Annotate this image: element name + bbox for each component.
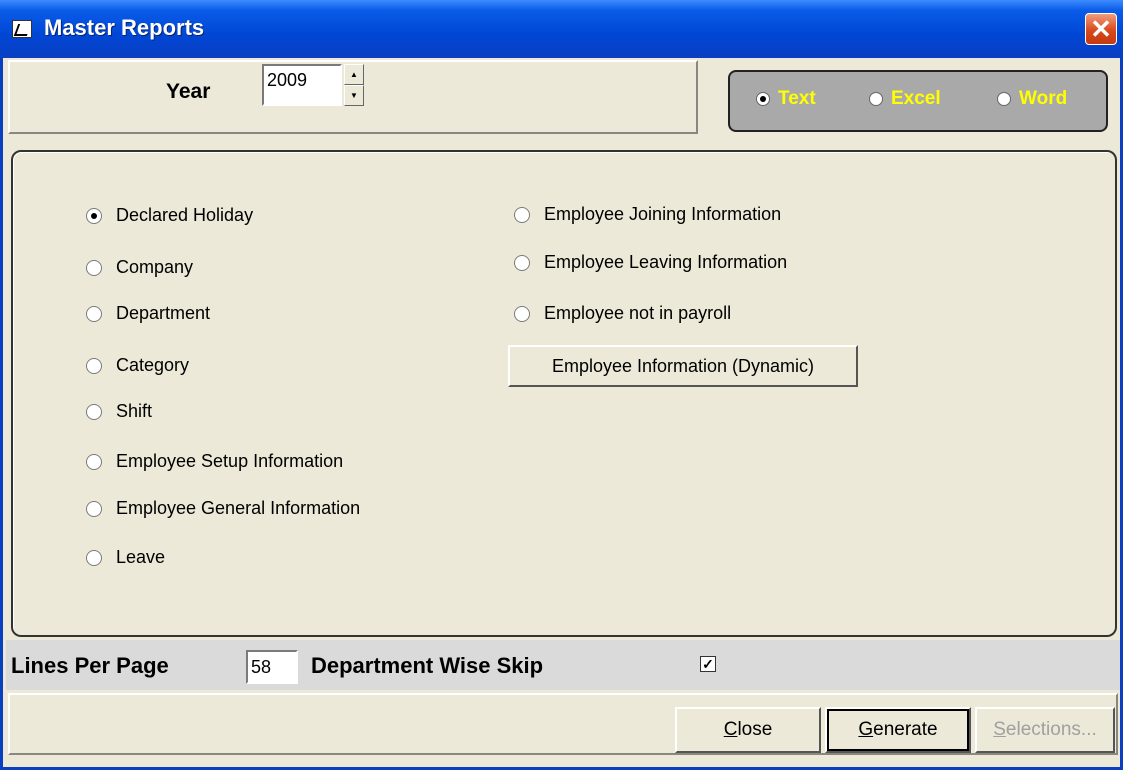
selections-button[interactable]: Selections...: [975, 707, 1115, 753]
format-text-radio[interactable]: Text: [756, 88, 816, 110]
report-radio-employee-setup[interactable]: Employee Setup Information: [86, 451, 343, 472]
report-radio-declared-holiday[interactable]: Declared Holiday: [86, 205, 253, 226]
radio-icon: [86, 500, 102, 517]
app-icon: [12, 20, 32, 38]
format-excel-radio[interactable]: Excel: [869, 88, 941, 110]
title-bar[interactable]: Master Reports ✕: [0, 0, 1123, 58]
report-radio-category[interactable]: Category: [86, 355, 189, 376]
radio-icon: [514, 254, 530, 271]
radio-icon: [86, 357, 102, 374]
radio-icon: [86, 207, 102, 224]
window-title: Master Reports: [44, 15, 205, 40]
report-radio-employee-joining[interactable]: Employee Joining Information: [514, 204, 781, 225]
radio-icon: [86, 403, 102, 420]
report-radio-leave[interactable]: Leave: [86, 547, 165, 568]
spin-up-icon[interactable]: ▲: [344, 64, 364, 85]
radio-icon: [86, 453, 102, 470]
radio-icon: [756, 92, 770, 106]
lines-per-page-label: Lines Per Page: [11, 653, 169, 678]
lines-per-page-input[interactable]: 58: [246, 650, 298, 684]
radio-icon: [514, 305, 530, 322]
report-radio-employee-not-in-payroll[interactable]: Employee not in payroll: [514, 303, 731, 324]
department-wise-skip-label: Department Wise Skip: [311, 653, 544, 678]
year-label: Year: [166, 80, 211, 103]
year-input[interactable]: 2009: [262, 64, 342, 106]
radio-icon: [86, 549, 102, 566]
close-button[interactable]: Close: [675, 707, 821, 753]
radio-icon: [86, 259, 102, 276]
radio-icon: [86, 305, 102, 322]
format-word-radio[interactable]: Word: [997, 88, 1067, 110]
year-spinner[interactable]: ▲ ▼: [344, 64, 364, 106]
report-radio-employee-leaving[interactable]: Employee Leaving Information: [514, 252, 787, 273]
radio-icon: [869, 92, 883, 106]
radio-icon: [997, 92, 1011, 106]
spin-down-icon[interactable]: ▼: [344, 85, 364, 106]
close-window-icon[interactable]: ✕: [1085, 13, 1117, 45]
options-bar: [6, 640, 1120, 690]
department-wise-skip-checkbox[interactable]: ✓: [700, 656, 716, 672]
report-radio-shift[interactable]: Shift: [86, 401, 152, 422]
generate-button[interactable]: Generate: [825, 707, 971, 753]
report-radio-department[interactable]: Department: [86, 303, 210, 324]
master-reports-window: Master Reports ✕ Year 2009 ▲ ▼ Text Exce…: [0, 0, 1123, 770]
radio-icon: [514, 206, 530, 223]
report-radio-company[interactable]: Company: [86, 257, 193, 278]
employee-info-dynamic-button[interactable]: Employee Information (Dynamic): [508, 345, 858, 387]
report-radio-employee-general[interactable]: Employee General Information: [86, 498, 360, 519]
